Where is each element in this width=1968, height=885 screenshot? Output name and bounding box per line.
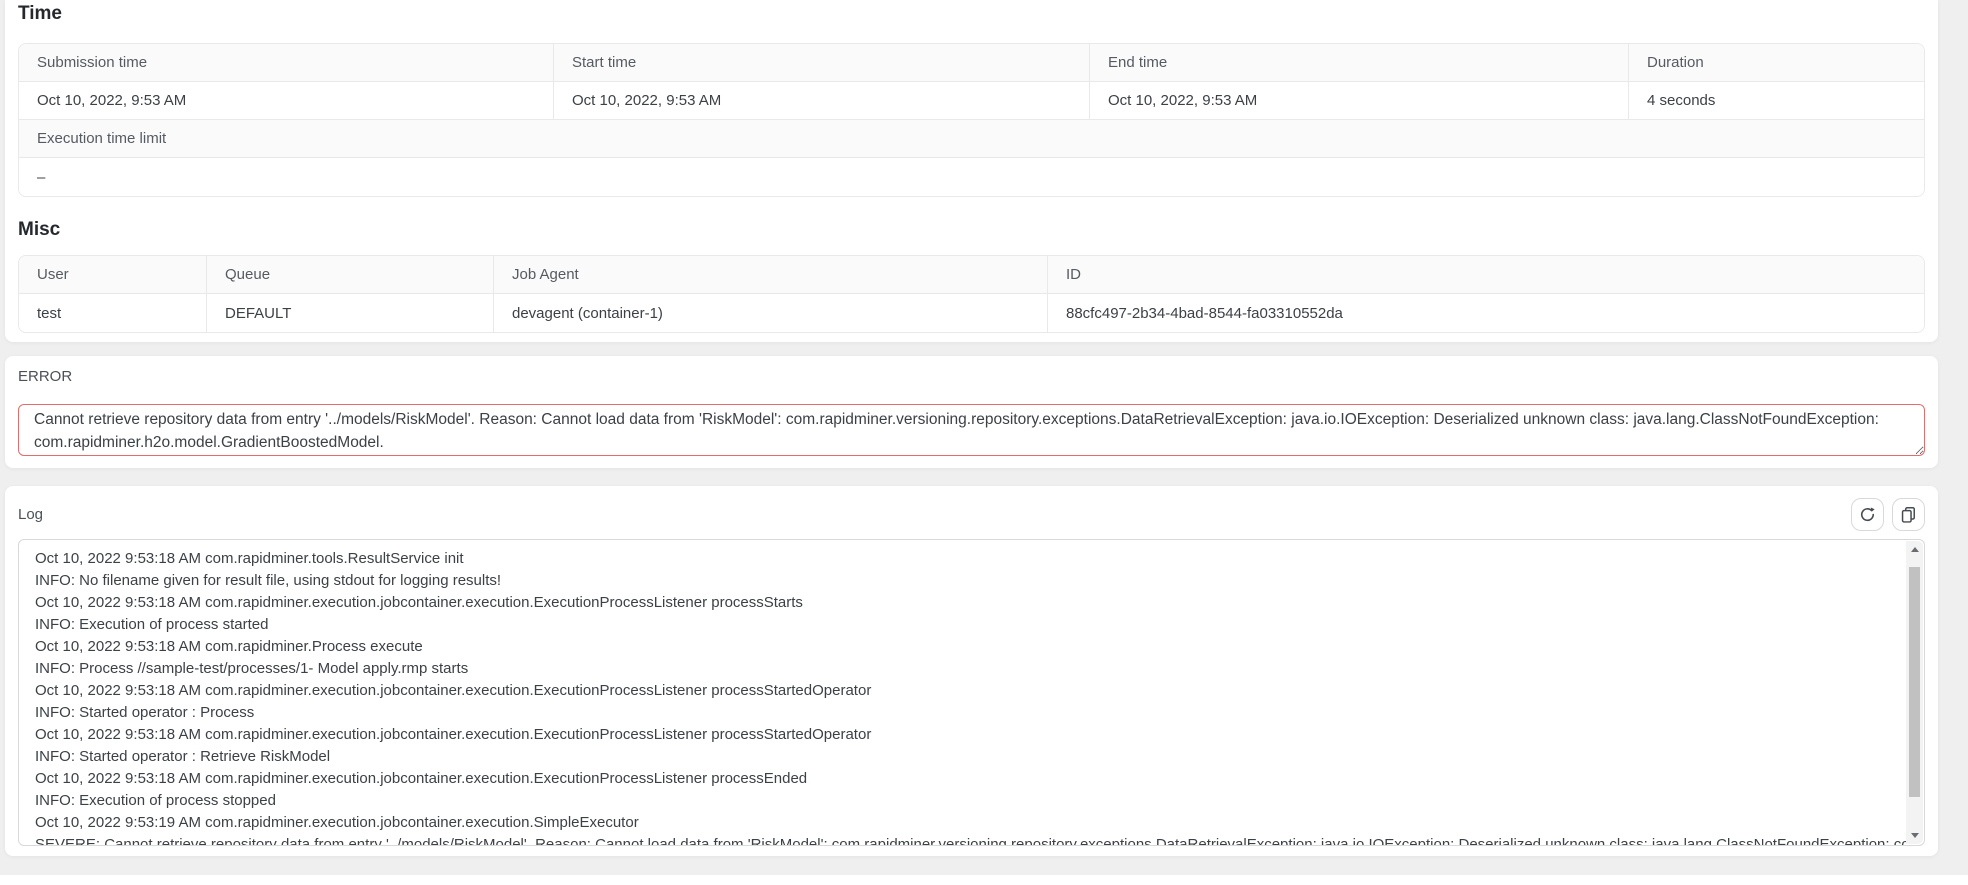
misc-table-value-row: test DEFAULT devagent (container-1) 88cf… [19,294,1924,332]
column-header-end-time: End time [1090,44,1629,82]
up-triangle-icon [1911,547,1919,552]
scrollbar-down-arrow[interactable] [1906,827,1923,844]
misc-table-header-row: User Queue Job Agent ID [19,256,1924,294]
refresh-log-button[interactable] [1851,498,1884,531]
column-header-start-time: Start time [554,44,1090,82]
column-header-submission-time: Submission time [19,44,554,82]
log-card: Log [5,486,1938,856]
log-output[interactable]: Oct 10, 2022 9:53:18 AM com.rapidminer.t… [18,539,1925,846]
column-header-queue: Queue [207,256,494,294]
copy-log-button[interactable] [1892,498,1925,531]
execution-time-limit-value-row: – [19,158,1924,196]
start-time-value: Oct 10, 2022, 9:53 AM [554,82,1090,120]
page-background: Time Submission time Start time End time… [0,0,1968,875]
end-time-value: Oct 10, 2022, 9:53 AM [1090,82,1629,120]
column-header-job-agent: Job Agent [494,256,1048,294]
log-label: Log [18,506,43,524]
time-section-title: Time [18,3,1925,25]
execution-time-limit-value: – [19,158,1924,196]
down-triangle-icon [1911,833,1919,838]
misc-table: User Queue Job Agent ID test DEFAULT dev… [18,255,1925,333]
log-actions [1851,498,1925,531]
job-id-value: 88cfc497-2b34-4bad-8544-fa03310552da [1048,294,1924,332]
time-table-header-row: Submission time Start time End time Dura… [19,44,1924,82]
column-header-id: ID [1048,256,1924,294]
log-scrollbar[interactable] [1906,541,1923,844]
user-value: test [19,294,207,332]
execution-time-limit-header-row: Execution time limit [19,120,1924,158]
column-header-duration: Duration [1629,44,1924,82]
scrollbar-thumb[interactable] [1909,567,1920,797]
log-content: Oct 10, 2022 9:53:18 AM com.rapidminer.t… [19,540,1907,845]
column-header-execution-time-limit: Execution time limit [19,120,1924,158]
scrollbar-up-arrow[interactable] [1906,541,1923,558]
duration-value: 4 seconds [1629,82,1924,120]
time-table: Submission time Start time End time Dura… [18,43,1925,197]
misc-section-title: Misc [18,219,1925,241]
refresh-icon [1859,506,1876,523]
error-label: ERROR [18,368,1925,386]
submission-time-value: Oct 10, 2022, 9:53 AM [19,82,554,120]
error-card: ERROR Cannot retrieve repository data fr… [5,356,1938,468]
error-message-textarea[interactable]: Cannot retrieve repository data from ent… [18,404,1925,456]
log-header: Log [18,498,1925,531]
time-misc-card: Time Submission time Start time End time… [5,0,1938,342]
time-table-value-row: Oct 10, 2022, 9:53 AM Oct 10, 2022, 9:53… [19,82,1924,120]
copy-icon [1900,506,1917,523]
column-header-user: User [19,256,207,294]
job-agent-value: devagent (container-1) [494,294,1048,332]
queue-value: DEFAULT [207,294,494,332]
